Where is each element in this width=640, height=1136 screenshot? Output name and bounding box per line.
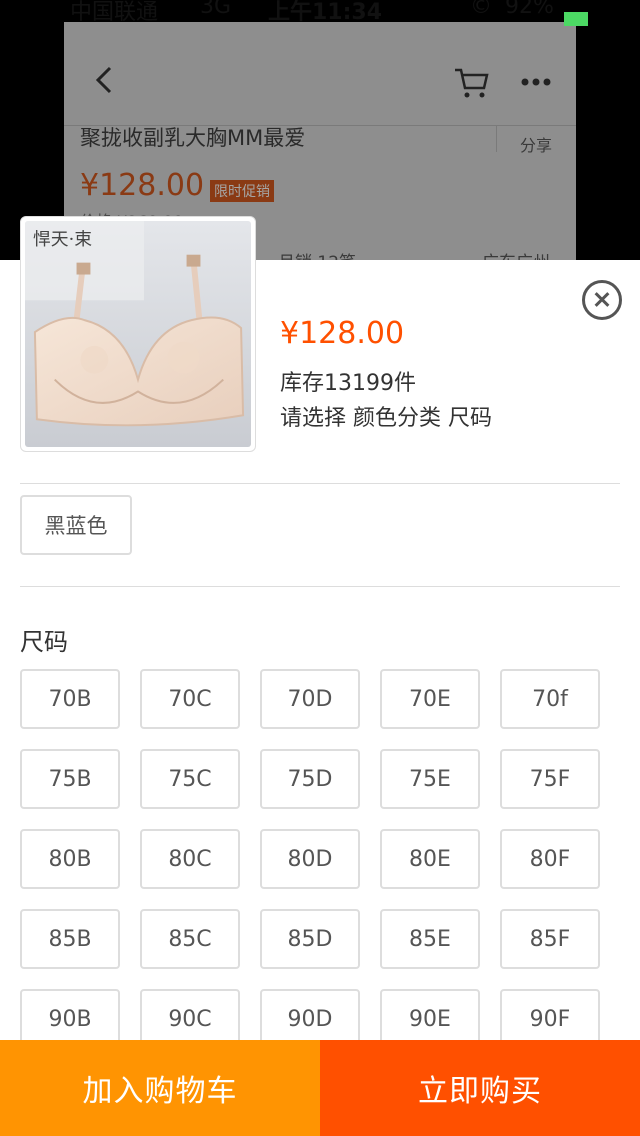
background-nav-bar	[64, 22, 576, 126]
size-option[interactable]: 75E	[380, 749, 480, 809]
product-image: 悍天·束	[25, 221, 251, 447]
size-option[interactable]: 70D	[260, 669, 360, 729]
size-option[interactable]: 70f	[500, 669, 600, 729]
divider	[20, 586, 620, 587]
cart-icon[interactable]	[454, 66, 490, 100]
sku-select-hint: 请选择 颜色分类 尺码	[280, 406, 492, 431]
size-option[interactable]: 85B	[20, 909, 120, 969]
add-to-cart-button[interactable]: 加入购物车	[0, 1040, 320, 1136]
size-option[interactable]: 80E	[380, 829, 480, 889]
size-option[interactable]: 80B	[20, 829, 120, 889]
battery-icon	[564, 12, 588, 26]
size-option[interactable]: 70E	[380, 669, 480, 729]
size-option[interactable]: 80D	[260, 829, 360, 889]
background-share-button[interactable]: 分享	[520, 132, 552, 156]
status-bar: 中国联通 3G 上午11:34 © 92%	[0, 0, 640, 30]
background-divider	[496, 126, 497, 152]
background-price: ¥128.00	[80, 168, 205, 203]
more-icon[interactable]	[520, 76, 552, 88]
buy-now-button[interactable]: 立即购买	[320, 1040, 640, 1136]
size-option[interactable]: 75C	[140, 749, 240, 809]
size-heading: 尺码	[20, 628, 68, 656]
back-icon[interactable]	[92, 66, 116, 94]
size-option[interactable]: 80F	[500, 829, 600, 889]
size-option[interactable]: 75D	[260, 749, 360, 809]
background-product-title: 聚拢收副乳大胸MM最爱	[80, 126, 306, 150]
network-label: 3G	[200, 0, 232, 19]
close-icon[interactable]	[582, 280, 622, 320]
size-option[interactable]: 85F	[500, 909, 600, 969]
clock: 上午11:34	[268, 0, 383, 25]
size-option[interactable]: 70C	[140, 669, 240, 729]
background-promo-tag: 限时促销	[210, 180, 274, 202]
size-option[interactable]: 85E	[380, 909, 480, 969]
size-option[interactable]: 70B	[20, 669, 120, 729]
size-option[interactable]: 75F	[500, 749, 600, 809]
color-option[interactable]: 黑蓝色	[20, 495, 132, 555]
size-option[interactable]: 85D	[260, 909, 360, 969]
battery-percent: 92%	[505, 0, 554, 19]
sku-stock: 库存13199件	[280, 371, 416, 396]
svg-text:悍天·束: 悍天·束	[33, 229, 92, 250]
product-thumbnail[interactable]: 悍天·束	[20, 216, 256, 452]
alarm-icon: ©	[470, 0, 492, 19]
size-option[interactable]: 75B	[20, 749, 120, 809]
sku-price: ¥128.00	[280, 316, 405, 351]
size-option[interactable]: 85C	[140, 909, 240, 969]
divider	[20, 483, 620, 484]
size-option[interactable]: 80C	[140, 829, 240, 889]
bottom-action-bar: 加入购物车 立即购买	[0, 1040, 640, 1136]
carrier-label: 中国联通	[70, 0, 159, 25]
